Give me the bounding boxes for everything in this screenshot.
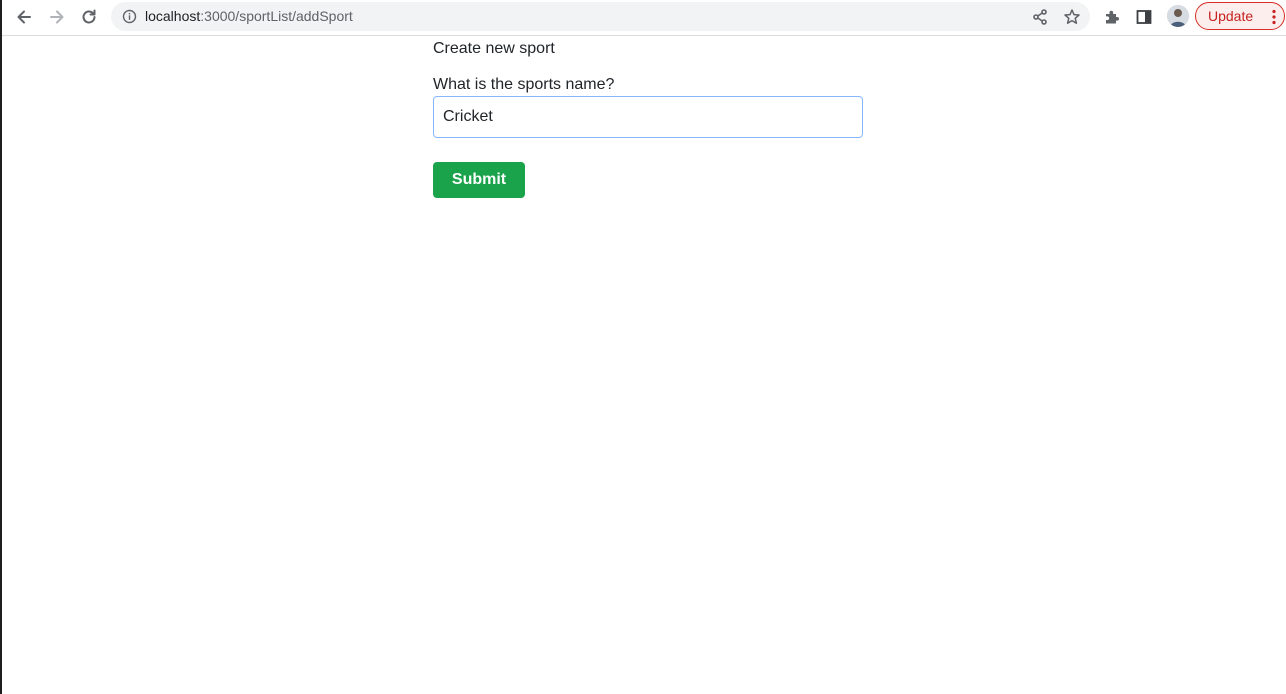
profile-avatar-icon [1167, 5, 1189, 27]
info-icon[interactable] [122, 9, 137, 24]
address-bar[interactable]: localhost:3000/sportList/addSport [111, 2, 1090, 31]
extensions-button[interactable] [1099, 4, 1125, 30]
more-icon [1272, 9, 1276, 25]
star-icon[interactable] [1063, 8, 1081, 26]
reload-icon [82, 9, 96, 24]
page-title: Create new sport [433, 40, 555, 57]
browser-toolbar: localhost:3000/sportList/addSport Update [2, 0, 1286, 36]
browser-window: localhost:3000/sportList/addSport Update… [0, 0, 1286, 694]
reload-button[interactable] [76, 4, 102, 30]
forward-button[interactable] [44, 4, 70, 30]
forward-icon [50, 10, 64, 24]
back-icon [17, 10, 31, 24]
sport-name-label: What is the sports name? [433, 76, 615, 93]
submit-button[interactable]: Submit [433, 162, 525, 198]
extensions-icon [1106, 10, 1119, 24]
sport-name-input[interactable] [433, 96, 863, 138]
url-host: localhost [145, 8, 201, 24]
avatar[interactable] [1167, 5, 1189, 27]
url-text[interactable]: localhost:3000/sportList/addSport [145, 8, 353, 25]
share-icon[interactable] [1031, 8, 1049, 26]
update-button[interactable]: Update [1195, 2, 1285, 30]
back-button[interactable] [11, 4, 37, 30]
url-path: :3000/sportList/addSport [200, 8, 353, 24]
side-panel-icon [1136, 10, 1152, 24]
side-panel-button[interactable] [1131, 4, 1157, 30]
update-label: Update [1208, 8, 1254, 24]
